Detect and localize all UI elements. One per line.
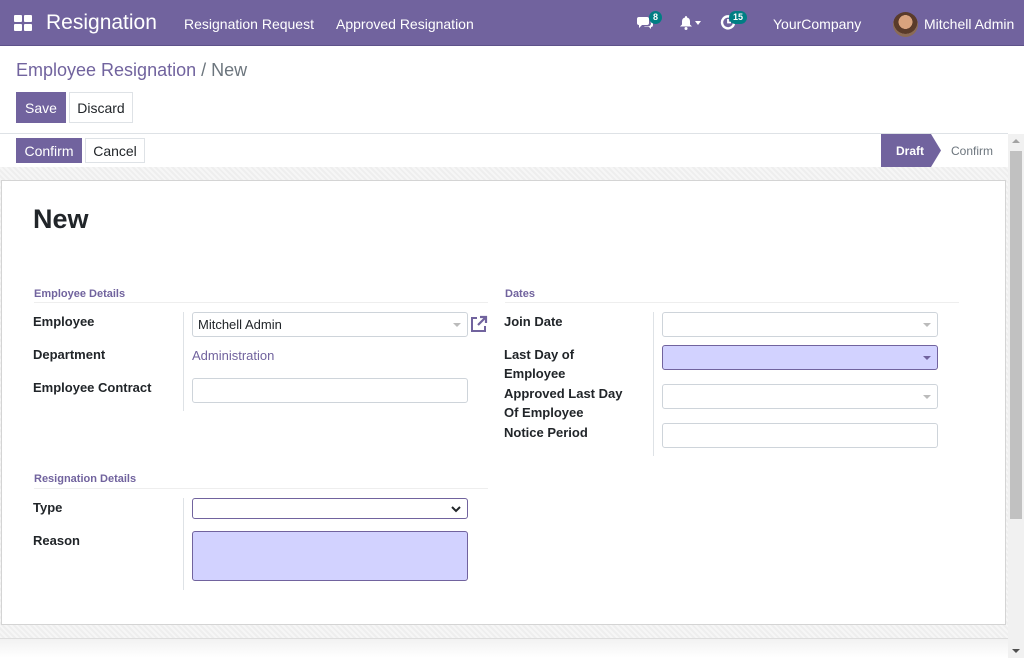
statusbar: [0, 134, 1008, 167]
field-divider: [653, 312, 654, 456]
reason-label: Reason: [33, 533, 80, 548]
dropdown-caret-icon: [923, 323, 931, 327]
department-label: Department: [33, 347, 106, 362]
breadcrumb-parent[interactable]: Employee Resignation: [16, 60, 196, 80]
approved-last-day-label-line1: Approved Last Day: [504, 386, 623, 401]
group-title-employee-details: Employee Details: [34, 288, 126, 300]
last-day-label-line2: Employee: [504, 366, 566, 381]
approved-last-day-field[interactable]: [662, 384, 938, 409]
dropdown-caret-icon: [923, 356, 931, 360]
employee-field[interactable]: Mitchell Admin: [192, 312, 468, 337]
dropdown-caret-icon: [453, 323, 461, 327]
breadcrumb-current: New: [211, 60, 248, 80]
scroll-up-arrow-icon[interactable]: [1012, 139, 1020, 143]
menu-resignation-request[interactable]: Resignation Request: [184, 16, 314, 32]
chevron-down-icon: [451, 506, 461, 513]
employee-label: Employee: [33, 314, 95, 329]
breadcrumb-separator: /: [201, 60, 207, 80]
stage-draft: Draft: [881, 134, 941, 167]
apps-icon[interactable]: [14, 15, 32, 31]
chevron-down-icon: [695, 21, 701, 25]
company-switcher[interactable]: YourCompany: [773, 16, 861, 32]
activities-badge: 15: [729, 11, 748, 24]
cancel-button[interactable]: Cancel: [85, 138, 145, 163]
confirm-button[interactable]: Confirm: [16, 138, 82, 163]
type-select[interactable]: [192, 498, 468, 519]
breadcrumb: Employee Resignation / New: [16, 60, 247, 81]
scrollbar-thumb[interactable]: [1010, 151, 1022, 519]
app-name[interactable]: Resignation: [46, 11, 157, 35]
messages-badge: 8: [649, 11, 663, 24]
employee-contract-field[interactable]: [192, 378, 468, 403]
group-title-dates: Dates: [505, 288, 535, 300]
scrollbar[interactable]: [1008, 134, 1024, 658]
group-separator: [34, 302, 488, 303]
notifications-button[interactable]: [679, 15, 705, 33]
messages-button[interactable]: 8: [636, 11, 664, 34]
notice-period-label: Notice Period: [504, 425, 588, 440]
menu-approved-resignation[interactable]: Approved Resignation: [336, 16, 474, 32]
department-value[interactable]: Administration: [192, 348, 274, 363]
join-date-label: Join Date: [504, 314, 563, 329]
group-separator: [505, 302, 959, 303]
last-day-field[interactable]: [662, 345, 938, 370]
field-divider: [183, 498, 184, 590]
external-link-icon[interactable]: [469, 314, 489, 334]
chatter-area: [0, 638, 1008, 658]
avatar[interactable]: [893, 12, 918, 37]
bell-icon: [680, 16, 692, 30]
top-navbar: Resignation Resignation Request Approved…: [0, 0, 1024, 46]
reason-textarea[interactable]: [192, 531, 468, 581]
scroll-down-arrow-icon[interactable]: [1012, 649, 1020, 653]
last-day-label: Last Day of Employee: [504, 345, 574, 383]
employee-contract-label: Employee Contract: [33, 380, 152, 395]
stage-confirm[interactable]: Confirm: [951, 144, 993, 158]
discard-button[interactable]: Discard: [69, 92, 133, 123]
record-title: New: [33, 204, 89, 234]
notice-period-field[interactable]: [662, 423, 938, 448]
join-date-field[interactable]: [662, 312, 938, 337]
employee-value: Mitchell Admin: [198, 317, 282, 332]
approved-last-day-label-line2: Of Employee: [504, 405, 584, 420]
type-label: Type: [33, 500, 63, 515]
user-menu[interactable]: Mitchell Admin: [924, 16, 1014, 32]
activities-button[interactable]: 15: [720, 11, 750, 34]
approved-last-day-label: Approved Last Day Of Employee: [504, 384, 622, 422]
last-day-label-line1: Last Day of: [504, 347, 575, 362]
dropdown-caret-icon: [923, 395, 931, 399]
group-separator: [34, 488, 488, 489]
group-title-resignation-details: Resignation Details: [34, 473, 137, 485]
field-divider: [183, 312, 184, 411]
save-button[interactable]: Save: [16, 92, 66, 123]
